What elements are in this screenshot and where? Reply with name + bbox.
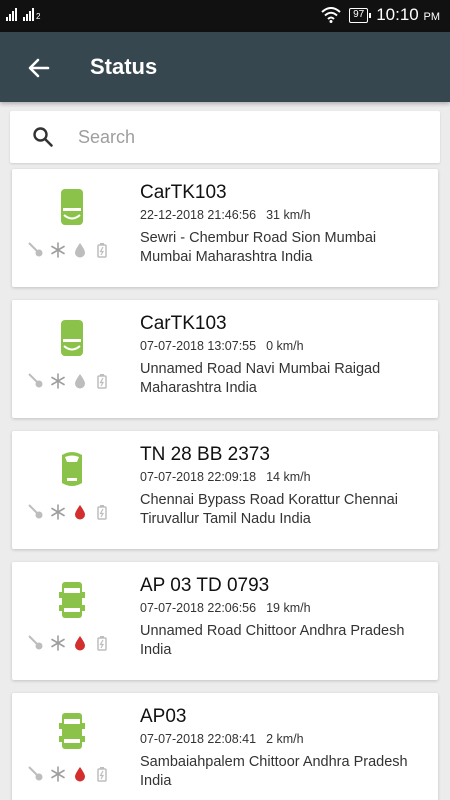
vehicle-meta: 22-12-2018 21:46:56 31 km/h (140, 208, 311, 222)
key-icon (28, 373, 44, 389)
fuel-drop-icon (72, 504, 88, 520)
status-bar: 2 97 10:10 PM (0, 0, 450, 32)
indicator-icons (28, 241, 112, 259)
car-icon (58, 318, 86, 358)
vehicle-datetime: 07-07-2018 13:07:55 (140, 339, 257, 353)
car-icon (58, 711, 86, 751)
vehicle-card[interactable]: AP 03 TD 0793 07-07-2018 22:06:56 19 km/h… (12, 562, 438, 680)
snowflake-icon (50, 635, 66, 651)
key-icon (28, 635, 44, 651)
snowflake-icon (50, 766, 66, 782)
snowflake-icon (50, 242, 66, 258)
signal-icon-2: 2 (23, 7, 40, 21)
vehicle-name: TN 28 BB 2373 (140, 444, 270, 465)
fuel-drop-icon (72, 373, 88, 389)
signal-area: 2 (6, 7, 40, 21)
snowflake-icon (50, 504, 66, 520)
vehicle-card[interactable]: AP03 07-07-2018 22:08:41 2 km/h Sambaiahp… (12, 693, 438, 800)
sim-tag: 2 (36, 12, 41, 21)
battery-icon (94, 504, 110, 520)
vehicle-name: AP 03 TD 0793 (140, 575, 270, 596)
vehicle-speed: 19 km/h (266, 601, 311, 615)
vehicle-name: CarTK103 (140, 313, 227, 334)
vehicle-datetime: 07-07-2018 22:09:18 (140, 470, 257, 484)
vehicle-card[interactable]: TN 28 BB 2373 07-07-2018 22:09:18 14 km/h… (12, 431, 438, 549)
vehicle-card[interactable]: CarTK103 07-07-2018 13:07:55 0 km/h Unnam… (12, 300, 438, 418)
indicator-icons (28, 372, 112, 390)
vehicle-name: CarTK103 (140, 182, 227, 203)
back-button[interactable] (24, 53, 54, 83)
indicator-icons (28, 634, 112, 652)
indicator-icons (28, 765, 112, 783)
fuel-drop-icon (72, 766, 88, 782)
battery-level: 97 (353, 8, 365, 20)
key-icon (28, 242, 44, 258)
vehicle-meta: 07-07-2018 22:08:41 2 km/h (140, 732, 304, 746)
car-icon (58, 580, 86, 620)
battery-indicator: 97 (349, 7, 372, 23)
vehicle-meta: 07-07-2018 13:07:55 0 km/h (140, 339, 304, 353)
arrow-back-icon (28, 58, 50, 78)
snowflake-icon (50, 373, 66, 389)
vehicle-address: Sewri - Chembur Road Sion Mumbai Mumbai … (140, 230, 377, 265)
vehicle-datetime: 07-07-2018 22:08:41 (140, 732, 257, 746)
vehicle-datetime: 07-07-2018 22:06:56 (140, 601, 257, 615)
key-icon (28, 766, 44, 782)
wifi-icon (321, 7, 341, 23)
battery-icon (94, 766, 110, 782)
vehicle-meta: 07-07-2018 22:09:18 14 km/h (140, 470, 311, 484)
vehicle-meta: 07-07-2018 22:06:56 19 km/h (140, 601, 311, 615)
battery-icon (94, 373, 110, 389)
app-bar: Status (0, 32, 450, 102)
clock-ampm: PM (423, 11, 441, 23)
vehicle-speed: 2 km/h (266, 732, 304, 746)
vehicle-speed: 31 km/h (266, 208, 311, 222)
vehicle-speed: 14 km/h (266, 470, 311, 484)
vehicle-address: Unnamed Road Navi Mumbai Raigad Maharash… (140, 361, 381, 396)
vehicle-address: Sambaiahpalem Chittoor Andhra Pradesh In… (140, 754, 408, 789)
search-input[interactable] (78, 121, 428, 153)
fuel-drop-icon (72, 242, 88, 258)
vehicle-datetime: 22-12-2018 21:46:56 (140, 208, 257, 222)
clock-time: 10:10 (376, 5, 419, 24)
search-icon (33, 127, 53, 147)
search-bar (10, 111, 440, 163)
signal-icon (6, 7, 17, 21)
vehicle-address: Unnamed Road Chittoor Andhra Pradesh Ind… (140, 623, 405, 658)
fuel-drop-icon (72, 635, 88, 651)
battery-icon (94, 635, 110, 651)
car-icon (58, 187, 86, 227)
vehicle-speed: 0 km/h (266, 339, 304, 353)
key-icon (28, 504, 44, 520)
vehicle-address: Chennai Bypass Road Korattur Chennai Tir… (140, 492, 398, 527)
vehicle-name: AP03 (140, 706, 187, 727)
status-right: 97 10:10 PM (321, 5, 440, 25)
page-title: Status (90, 54, 158, 79)
indicator-icons (28, 503, 112, 521)
clock: 10:10 PM (376, 5, 440, 25)
vehicle-card[interactable]: CarTK103 22-12-2018 21:46:56 31 km/h Sewr… (12, 169, 438, 287)
battery-icon (94, 242, 110, 258)
car-icon (58, 449, 86, 489)
